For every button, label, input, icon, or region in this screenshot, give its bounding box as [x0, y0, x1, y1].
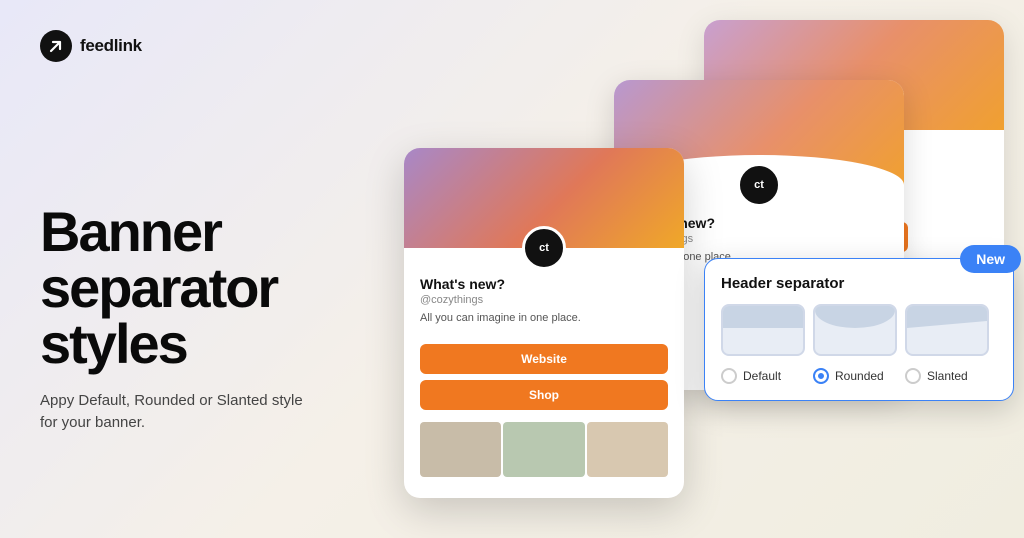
photo-grid — [404, 418, 684, 481]
right-panel: ct What's new? @cozythings n imagine in … — [404, 0, 1024, 538]
separator-panel: New Header separator Default Rounded — [704, 258, 1014, 401]
arrow-icon — [47, 37, 65, 55]
radio-slanted-label: Slanted — [927, 369, 968, 383]
card-front-desc: All you can imagine in one place. — [420, 312, 668, 324]
card-front-banner: ct — [404, 148, 684, 248]
preview-banner-default — [723, 306, 803, 328]
card-front-shop-btn[interactable]: Shop — [420, 380, 668, 410]
radio-item-rounded[interactable]: Rounded — [813, 368, 905, 384]
logo-icon — [40, 30, 72, 62]
radio-row: Default Rounded Slanted — [721, 368, 997, 384]
card-front-website-btn[interactable]: Website — [420, 344, 668, 374]
photo-thumb-3 — [587, 422, 668, 477]
radio-slanted[interactable] — [905, 368, 921, 384]
style-preview-rounded[interactable] — [813, 304, 897, 356]
preview-banner-slanted — [907, 304, 987, 328]
radio-rounded-label: Rounded — [835, 369, 884, 383]
card-front-title: What's new? — [420, 276, 668, 292]
headline-line3: styles — [40, 316, 380, 372]
card-front: ct What's new? @cozythings All you can i… — [404, 148, 684, 498]
card-front-avatar: ct — [522, 226, 566, 270]
card-front-handle: @cozythings — [420, 294, 668, 306]
radio-default-label: Default — [743, 369, 781, 383]
photo-thumb-2 — [503, 422, 584, 477]
style-options — [721, 304, 997, 356]
style-preview-default[interactable] — [721, 304, 805, 356]
radio-item-slanted[interactable]: Slanted — [905, 368, 997, 384]
card-mid-avatar: ct — [737, 163, 781, 207]
headline-line1: Banner — [40, 204, 380, 260]
photo-thumb-1 — [420, 422, 501, 477]
headline: Banner separator styles — [40, 204, 380, 372]
radio-item-default[interactable]: Default — [721, 368, 813, 384]
separator-title: Header separator — [721, 275, 997, 292]
logo-text: feedlink — [80, 36, 142, 56]
headline-line2: separator — [40, 260, 380, 316]
new-badge: New — [960, 245, 1021, 273]
logo-row: feedlink — [40, 30, 142, 62]
subtext: Appy Default, Rounded or Slanted style f… — [40, 390, 320, 435]
left-panel: feedlink Banner separator styles Appy De… — [40, 0, 380, 538]
card-front-btn-row: Website Shop — [404, 336, 684, 418]
radio-default[interactable] — [721, 368, 737, 384]
radio-rounded[interactable] — [813, 368, 829, 384]
style-preview-slanted[interactable] — [905, 304, 989, 356]
preview-banner-rounded — [815, 306, 895, 328]
